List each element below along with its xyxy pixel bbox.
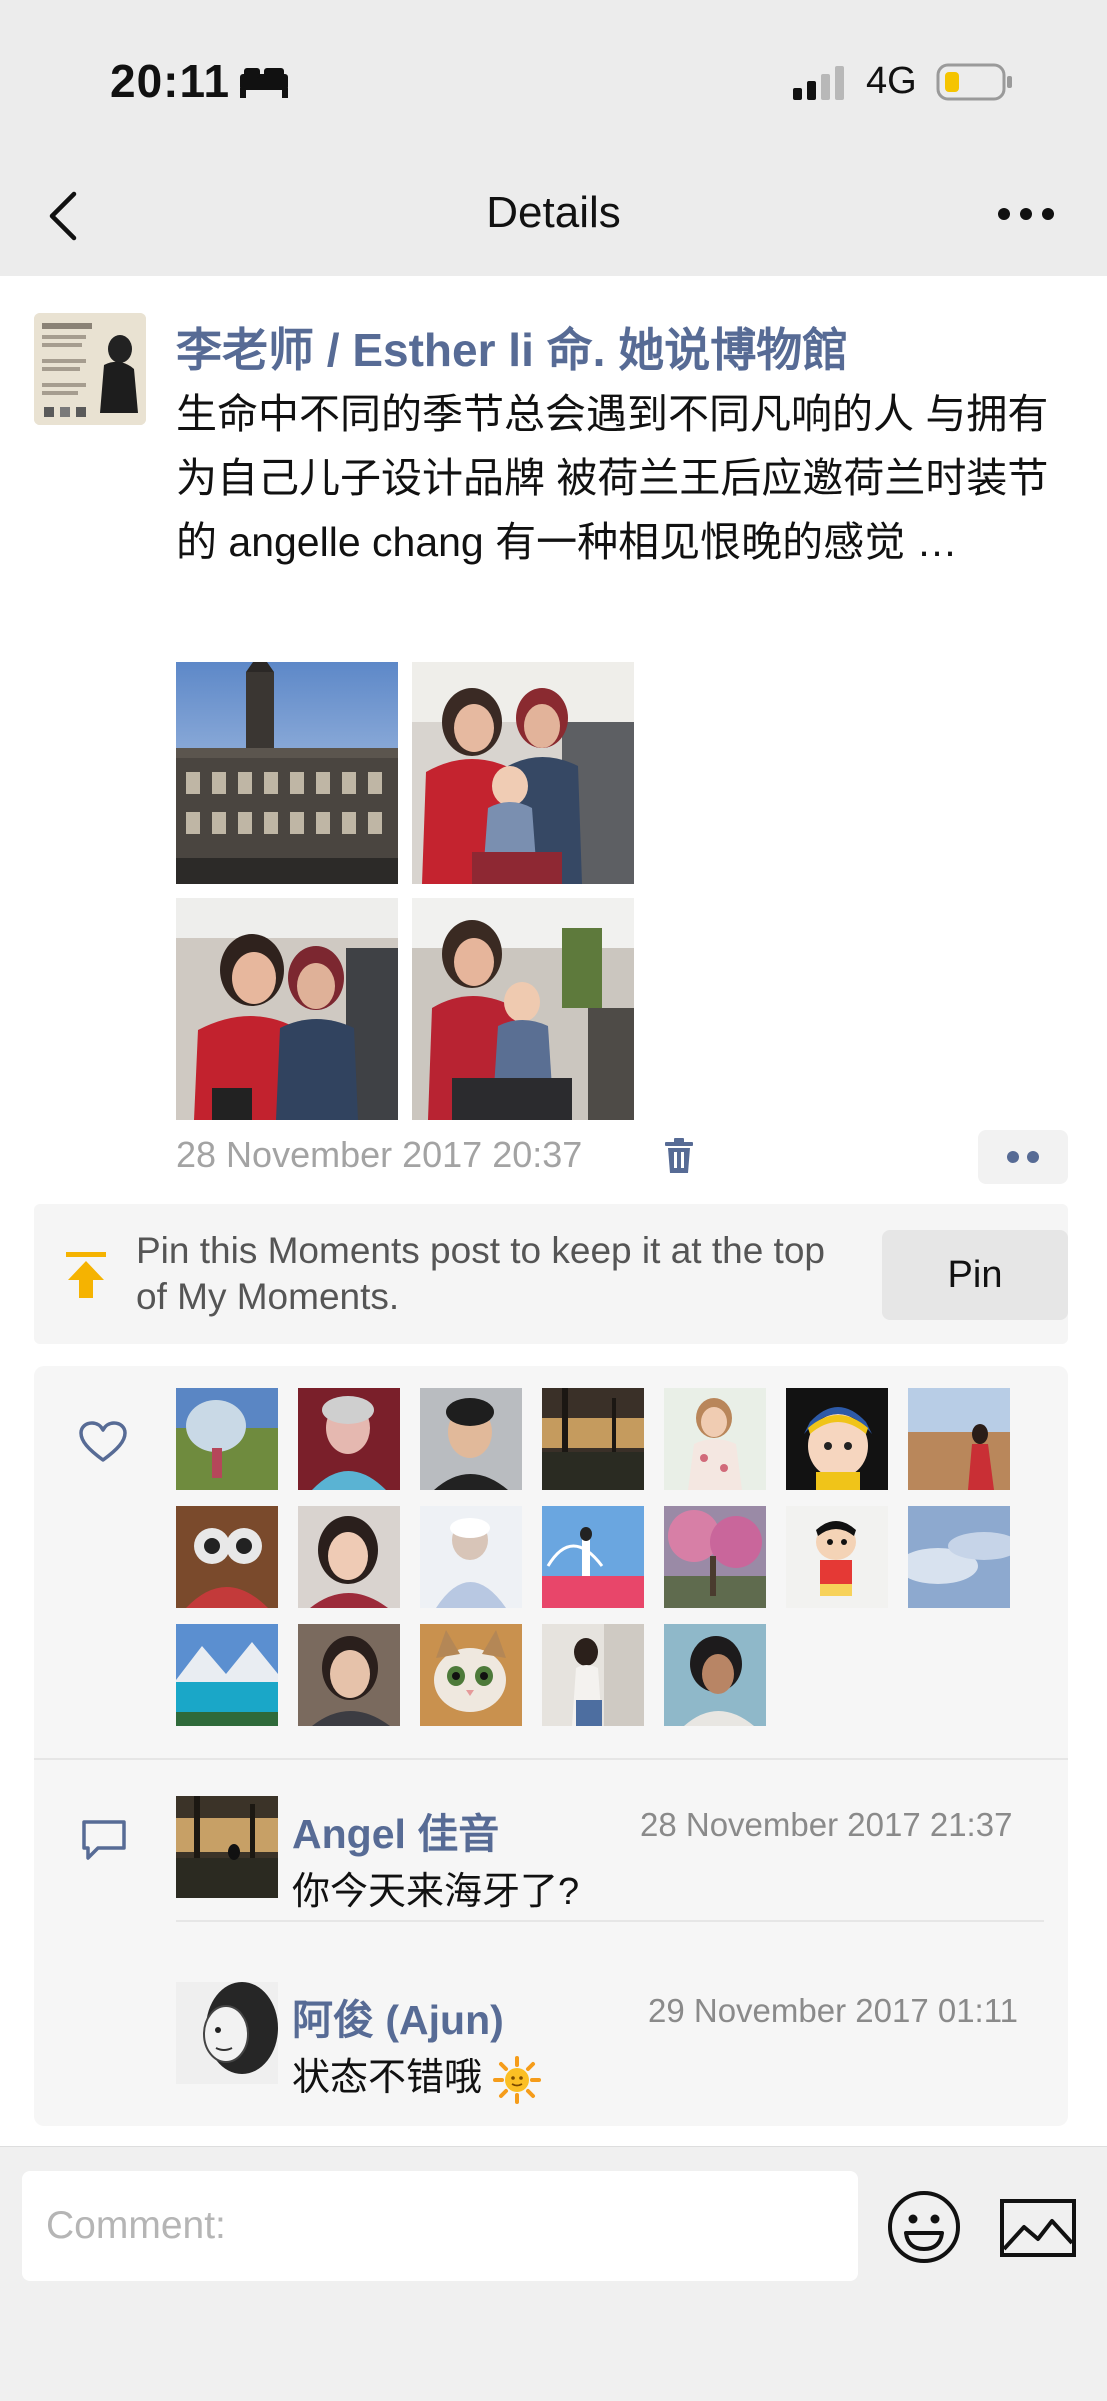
status-time: 20:11 [110,55,231,107]
sleep-mode-icon [240,68,288,98]
post-photo[interactable] [412,898,634,1120]
comment-input[interactable] [22,2171,858,2281]
liker-avatar[interactable] [908,1388,1010,1490]
moment-detail: 李老师 / Esther li 命. 她说博物館 生命中不同的季节总会遇到不同凡… [0,276,1107,2146]
liker-avatar[interactable] [786,1506,888,1608]
post-photo[interactable] [176,662,398,884]
comment-icon [82,1820,126,1860]
comment-time: 28 November 2017 21:37 [640,1806,1013,1843]
image-icon[interactable] [1000,2199,1076,2257]
commenter-avatar[interactable] [176,1982,278,2084]
sun-emoji-icon [492,2055,541,2104]
pin-to-top-icon [66,1252,106,1298]
liker-avatar[interactable] [298,1506,400,1608]
comment-text: 你今天来海牙了? [292,1871,580,1913]
delete-icon[interactable] [664,1138,694,1174]
status-bar: 20:11 4G [0,0,1107,150]
author-avatar[interactable] [34,313,146,425]
comment-text: 状态不错哦 [292,2046,541,2104]
comment-time: 29 November 2017 01:11 [648,1992,1018,2029]
liker-avatar[interactable] [176,1388,278,1490]
two-dots-icon [1007,1151,1039,1163]
liker-avatar[interactable] [176,1624,278,1726]
commenter-name[interactable]: 阿俊 (Ajun) [292,1986,504,2046]
pin-suggestion-text: Pin this Moments post to keep it at the … [136,1230,825,1317]
liker-avatar[interactable] [420,1388,522,1490]
like-comment-menu-button[interactable] [978,1130,1068,1184]
more-options-icon[interactable] [996,206,1056,222]
likes-and-comments: Angel 佳音 28 November 2017 21:37 你今天来海牙了?… [34,1366,1068,2126]
signal-icon [793,66,844,100]
comment-text-value: 状态不错哦 [292,2057,483,2099]
author-name[interactable]: 李老师 / Esther li 命. 她说博物館 [176,314,848,380]
emoji-icon[interactable] [886,2189,962,2265]
liker-avatar[interactable] [786,1388,888,1490]
liker-avatar[interactable] [298,1624,400,1726]
comment-composer [0,2146,1107,2401]
post-photo[interactable] [412,662,634,884]
network-type: 4G [866,60,917,102]
battery-icon [936,63,1012,101]
liker-avatar[interactable] [542,1388,644,1490]
liker-avatar[interactable] [542,1624,644,1726]
liker-avatar[interactable] [420,1624,522,1726]
liker-avatar[interactable] [664,1506,766,1608]
pin-suggestion: Pin this Moments post to keep it at the … [34,1204,1068,1344]
divider [176,1920,1044,1922]
divider [34,1758,1068,1760]
heart-icon [79,1421,127,1462]
liker-avatar[interactable] [298,1388,400,1490]
navigation-bar: Details [0,150,1107,276]
post-date: 28 November 2017 20:37 [176,1134,583,1175]
post-photo[interactable] [176,898,398,1120]
post-text: 生命中不同的季节总会遇到不同凡响的人 与拥有为自己儿子设计品牌 被荷兰王后应邀荷… [176,391,1049,565]
liker-avatar[interactable] [420,1506,522,1608]
pin-button[interactable]: Pin [882,1230,1068,1320]
commenter-name[interactable]: Angel 佳音 [292,1800,499,1860]
commenter-avatar[interactable] [176,1796,278,1898]
liker-avatar[interactable] [542,1506,644,1608]
liker-avatar[interactable] [664,1624,766,1726]
liker-avatar[interactable] [176,1506,278,1608]
liker-avatar[interactable] [908,1506,1010,1608]
liker-avatar[interactable] [664,1388,766,1490]
page-title: Details [486,188,621,237]
